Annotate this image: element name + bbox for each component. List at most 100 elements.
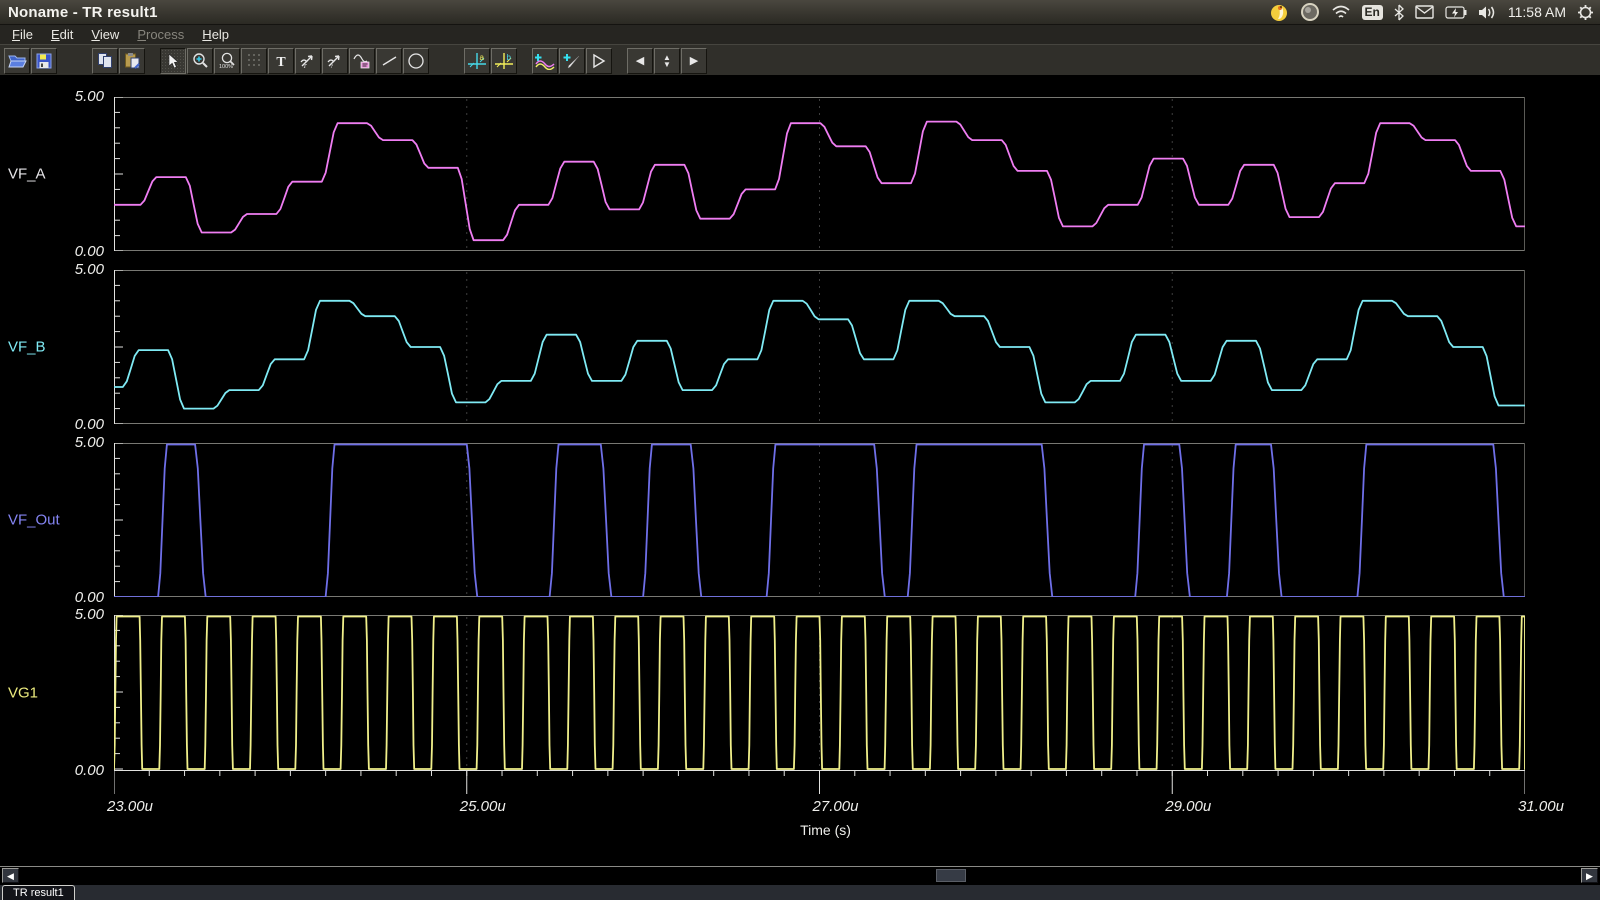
line-button[interactable] xyxy=(376,48,402,74)
signal-label-vg1: VG1 xyxy=(8,684,38,701)
add-probe-icon xyxy=(563,52,581,70)
panel-vg1-gutter: VG1 5.00 0.00 xyxy=(0,615,114,770)
x-axis-row: 23.00u 25.00u 27.00u 29.00u 31.00u Time … xyxy=(0,770,1600,866)
menu-help[interactable]: Help xyxy=(194,26,237,43)
mail-icon[interactable] xyxy=(1415,5,1434,19)
volume-icon[interactable] xyxy=(1478,5,1497,20)
svg-text:100%: 100% xyxy=(219,64,233,69)
xtick-27u: 27.00u xyxy=(813,798,859,815)
zoom-in-button[interactable] xyxy=(187,48,213,74)
xtick-25u: 25.00u xyxy=(460,798,506,815)
menu-view[interactable]: View xyxy=(83,26,127,43)
select-button[interactable] xyxy=(160,48,186,74)
text-button[interactable]: T xyxy=(268,48,294,74)
curve-arrow2-icon: ? xyxy=(326,52,344,69)
app-bird-icon[interactable] xyxy=(1269,2,1289,22)
zoom-100-icon: 100% xyxy=(219,52,236,69)
grid-button[interactable] xyxy=(241,48,267,74)
text-tool-icon: T xyxy=(274,53,289,69)
scroll-left-button[interactable]: ◀ xyxy=(627,48,653,74)
panel-vf-a: VF_A 5.00 0.00 xyxy=(0,97,1600,251)
power-gear-icon[interactable] xyxy=(1577,4,1594,21)
waveform-pane-vg1[interactable] xyxy=(114,615,1525,770)
ellipse-button[interactable] xyxy=(403,48,429,74)
save-button[interactable] xyxy=(31,48,57,74)
annotate-curve-button-1[interactable]: T xyxy=(295,48,321,74)
ytick-5: 5.00 xyxy=(8,88,104,105)
floppy-disk-icon xyxy=(36,53,52,69)
waveform-pane-vf-a[interactable] xyxy=(114,97,1525,251)
waveform-pane-vf-b[interactable] xyxy=(114,270,1525,424)
curve-label-button[interactable] xyxy=(349,48,375,74)
ytick-0: 0.00 xyxy=(8,589,104,606)
svg-text:T: T xyxy=(303,63,307,69)
horizontal-scrollbar[interactable]: ◀ ▶ xyxy=(0,866,1600,886)
zoom-full-button[interactable]: 100% xyxy=(214,48,240,74)
panel-vf-out-gutter: VF_Out 5.00 0.00 xyxy=(0,443,114,597)
scrollbar-right-button[interactable]: ▶ xyxy=(1581,868,1598,883)
signal-label-vf-a: VF_A xyxy=(8,166,46,183)
curve-arrow-icon: T xyxy=(299,52,317,69)
menu-edit[interactable]: Edit xyxy=(43,26,81,43)
line-tool-icon xyxy=(381,52,398,69)
battery-icon[interactable] xyxy=(1445,6,1467,19)
window-title: Noname - TR result1 xyxy=(0,4,158,21)
paste-button[interactable] xyxy=(119,48,145,74)
cursor-a-button[interactable]: a xyxy=(464,48,490,74)
pointer-icon xyxy=(166,53,180,69)
scrollbar-thumb[interactable] xyxy=(936,869,966,882)
cursor-a-icon: a xyxy=(467,52,487,70)
tab-tr-result1[interactable]: TR result1 xyxy=(2,885,75,900)
annotate-curve-button-2[interactable]: ? xyxy=(322,48,348,74)
keyboard-layout-badge[interactable]: En xyxy=(1362,5,1383,20)
ytick-5: 5.00 xyxy=(8,434,104,451)
scroll-right-button[interactable]: ▶ xyxy=(681,48,707,74)
copy-button[interactable] xyxy=(92,48,118,74)
open-button[interactable] xyxy=(4,48,30,74)
system-tray: En 11:58 AM xyxy=(1269,0,1594,24)
panel-vf-b: VF_B 5.00 0.00 xyxy=(0,270,1600,424)
xtick-29u: 29.00u xyxy=(1165,798,1211,815)
wifi-icon[interactable] xyxy=(1331,4,1351,20)
curve-label-icon xyxy=(353,53,371,69)
paste-icon xyxy=(124,52,141,69)
run-icon xyxy=(591,53,607,69)
xtick-31u: 31.00u xyxy=(1518,798,1564,815)
x-axis xyxy=(114,770,1525,800)
up-down-spinner-icon: ▲▼ xyxy=(663,54,671,68)
x-axis-title: Time (s) xyxy=(800,822,851,838)
bluetooth-icon[interactable] xyxy=(1394,4,1404,21)
app-sphere-icon[interactable] xyxy=(1300,2,1320,22)
scrollbar-left-button[interactable]: ◀ xyxy=(2,868,19,883)
panel-vf-a-gutter: VF_A 5.00 0.00 xyxy=(0,97,114,251)
ytick-0: 0.00 xyxy=(8,416,104,433)
tab-bar: TR result1 xyxy=(0,885,1600,900)
grid-icon xyxy=(247,53,262,68)
left-arrow-icon: ◀ xyxy=(636,56,644,66)
clock-label[interactable]: 11:58 AM xyxy=(1508,4,1566,20)
titlebar: Noname - TR result1 En xyxy=(0,0,1600,25)
signal-label-vf-b: VF_B xyxy=(8,339,46,356)
zoom-spinner[interactable]: ▲▼ xyxy=(654,48,680,74)
waveform-plot-area: VF_A 5.00 0.00 VF_B 5.00 0.00 VF_Out 5.0… xyxy=(0,75,1600,866)
svg-text:a: a xyxy=(480,53,485,62)
waveform-pane-vf-out[interactable] xyxy=(114,443,1525,597)
copy-icon xyxy=(97,52,114,69)
folder-open-icon xyxy=(8,53,27,68)
add-curves-button[interactable] xyxy=(532,48,558,74)
svg-text:b: b xyxy=(507,53,512,62)
ellipse-tool-icon xyxy=(407,52,425,70)
cursor-b-button[interactable]: b xyxy=(491,48,517,74)
panel-vg1: VG1 5.00 0.00 xyxy=(0,615,1600,770)
menu-file[interactable]: File xyxy=(4,26,41,43)
ytick-0: 0.00 xyxy=(8,243,104,260)
add-curves-icon xyxy=(535,52,555,70)
run-button[interactable] xyxy=(586,48,612,74)
toolbar: 100% T T ? xyxy=(0,44,1600,76)
zoom-in-icon xyxy=(192,52,209,69)
panel-vf-out: VF_Out 5.00 0.00 xyxy=(0,443,1600,597)
xtick-23u: 23.00u xyxy=(107,798,153,815)
cursor-b-icon: b xyxy=(494,52,514,70)
add-probe-button[interactable] xyxy=(559,48,585,74)
ytick-5: 5.00 xyxy=(8,606,104,623)
